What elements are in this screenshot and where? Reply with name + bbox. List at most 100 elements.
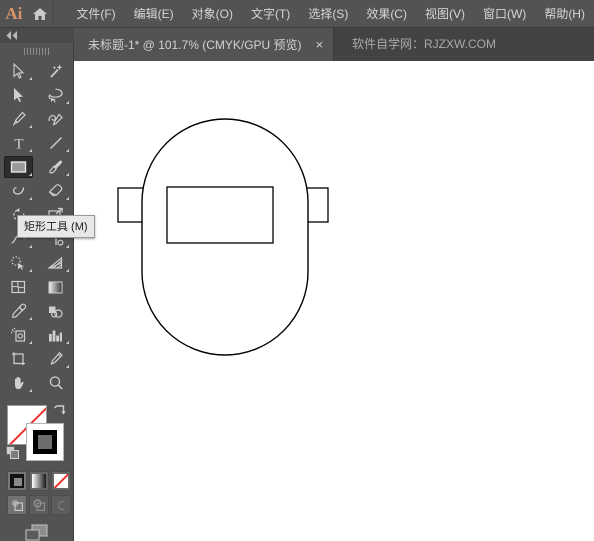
swap-fill-stroke-icon[interactable] (53, 403, 67, 417)
draw-inside-button[interactable] (51, 495, 71, 515)
grip-dots (24, 47, 50, 55)
tool-row (0, 83, 74, 107)
illustrator-window: Ai 文件(F) 编辑(E) 对象(O) 文字(T) 选择(S) 效果(C) 视… (0, 0, 594, 541)
tool-corner-icon (66, 365, 69, 368)
menu-type[interactable]: 文字(T) (242, 0, 299, 28)
close-icon[interactable]: × (316, 38, 324, 51)
menu-window[interactable]: 窗口(W) (474, 0, 535, 28)
menu-effect[interactable]: 效果(C) (357, 0, 416, 28)
tool-row (0, 299, 74, 323)
symbol-sprayer-icon[interactable] (0, 323, 37, 347)
stroke-swatch[interactable] (26, 423, 64, 461)
document-tab-title: 未标题-1* @ 101.7% (CMYK/GPU 预览) (88, 38, 302, 52)
tool-corner-icon (66, 269, 69, 272)
zoom-tool-icon[interactable] (37, 371, 74, 395)
magic-wand-icon[interactable] (37, 59, 74, 83)
menu-bar: Ai 文件(F) 编辑(E) 对象(O) 文字(T) 选择(S) 效果(C) 视… (0, 0, 594, 28)
tool-row: T (0, 131, 74, 155)
tool-corner-icon (29, 197, 32, 200)
tool-corner-icon (29, 389, 32, 392)
tool-row (0, 347, 74, 371)
column-graph-icon[interactable] (37, 323, 74, 347)
tool-corner-icon (29, 245, 32, 248)
gradient-mode-glyph (32, 474, 46, 488)
tool-corner-icon (29, 77, 32, 80)
tools-panel: T 矩形工具 (M) (0, 28, 95, 541)
visor-window (166, 186, 274, 244)
artboard-tool-icon[interactable] (0, 347, 37, 371)
blend-tool-icon[interactable] (37, 299, 74, 323)
tool-row (0, 155, 74, 179)
tool-corner-icon (29, 317, 32, 320)
drawing-mode-buttons (7, 495, 71, 515)
tool-corner-icon (66, 197, 69, 200)
lasso-icon[interactable] (37, 83, 74, 107)
eyedropper-icon[interactable] (0, 299, 37, 323)
tool-corner-icon (66, 245, 69, 248)
menu-object[interactable]: 对象(O) (183, 0, 242, 28)
menu-item-list: 文件(F) 编辑(E) 对象(O) 文字(T) 选择(S) 效果(C) 视图(V… (67, 0, 594, 28)
curvature-icon[interactable] (37, 107, 74, 131)
none-mode-glyph (54, 474, 68, 488)
eraser-icon[interactable] (37, 179, 74, 203)
tool-corner-icon (66, 101, 69, 104)
paintbrush-icon[interactable] (37, 155, 74, 179)
draw-behind-button[interactable] (29, 495, 49, 515)
collapse-panel-button[interactable] (0, 28, 74, 43)
home-icon[interactable] (28, 0, 53, 28)
stroke-swatch-center (38, 435, 52, 449)
direct-selection-icon[interactable] (0, 83, 37, 107)
draw-normal-button[interactable] (7, 495, 27, 515)
selection-arrow-icon[interactable] (0, 59, 37, 83)
document-canvas[interactable] (74, 61, 594, 541)
tool-row (0, 107, 74, 131)
tool-row (0, 251, 74, 275)
color-mode-glyph-inner (14, 478, 22, 486)
line-segment-icon[interactable] (37, 131, 74, 155)
app-logo: Ai (5, 3, 23, 23)
svg-text:T: T (14, 137, 23, 152)
shape-builder-icon[interactable] (0, 251, 37, 275)
gradient-tool-icon[interactable] (37, 275, 74, 299)
hand-tool-icon[interactable] (0, 371, 37, 395)
tool-row (0, 59, 74, 83)
tool-row (0, 179, 74, 203)
tool-corner-icon (66, 341, 69, 344)
default-fill-stroke-icon[interactable] (6, 446, 20, 460)
mesh-tool-icon[interactable] (0, 275, 37, 299)
change-screen-mode-button[interactable] (0, 522, 74, 541)
welding-mask-drawing (117, 118, 329, 356)
tool-corner-icon (66, 173, 69, 176)
tool-row (0, 275, 74, 299)
tool-row (0, 323, 74, 347)
document-tab-bar: 未标题-1* @ 101.7% (CMYK/GPU 预览) × 软件自学网：RJ… (0, 28, 594, 61)
type-tool-icon[interactable]: T (0, 131, 37, 155)
menu-select[interactable]: 选择(S) (299, 0, 357, 28)
menu-file[interactable]: 文件(F) (67, 0, 124, 28)
perspective-grid-icon[interactable] (37, 251, 74, 275)
slice-tool-icon[interactable] (37, 347, 74, 371)
menu-help[interactable]: 帮助(H) (535, 0, 594, 28)
tool-corner-icon (29, 173, 32, 176)
tool-row (0, 371, 74, 395)
fill-stroke-controls (0, 401, 74, 541)
tool-tooltip: 矩形工具 (M) (17, 215, 95, 238)
menu-edit[interactable]: 编辑(E) (125, 0, 183, 28)
watermark-text: 软件自学网：RJZXW.COM (352, 37, 496, 51)
color-mode-button[interactable] (7, 471, 27, 491)
menu-view[interactable]: 视图(V) (416, 0, 474, 28)
tool-corner-icon (29, 149, 32, 152)
shaper-icon[interactable] (0, 179, 37, 203)
menu-divider (52, 0, 54, 28)
tool-corner-icon (29, 269, 32, 272)
panel-drag-handle[interactable] (0, 43, 74, 59)
none-mode-button[interactable] (51, 471, 71, 491)
tool-corner-icon (29, 341, 32, 344)
tool-corner-icon (29, 125, 32, 128)
gradient-mode-button[interactable] (29, 471, 49, 491)
tool-corner-icon (66, 149, 69, 152)
paint-mode-buttons (7, 471, 71, 491)
pen-tool-icon[interactable] (0, 107, 37, 131)
rectangle-tool-icon[interactable] (0, 155, 37, 179)
document-tab[interactable]: 未标题-1* @ 101.7% (CMYK/GPU 预览) × (74, 28, 335, 61)
